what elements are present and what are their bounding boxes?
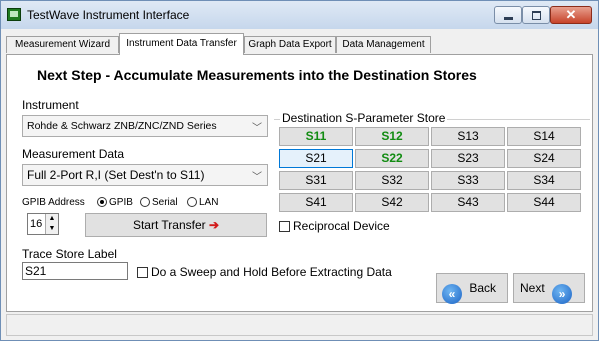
app-icon: [7, 8, 21, 21]
radio-gpib[interactable]: GPIB: [97, 197, 133, 208]
arrow-right-icon: ➔: [208, 218, 220, 232]
start-transfer-button[interactable]: Start Transfer ➔: [85, 213, 267, 237]
tab-data-management[interactable]: Data Management: [336, 36, 431, 53]
instrument-value: Rohde & Schwarz ZNB/ZNC/ZND Series: [27, 120, 217, 132]
radio-unselected-icon: [140, 197, 150, 207]
measurement-data-label: Measurement Data: [22, 147, 125, 161]
tab-graph-data-export[interactable]: Graph Data Export: [244, 36, 336, 53]
store-button-s32[interactable]: S32: [355, 171, 429, 190]
radio-serial-label: Serial: [152, 197, 178, 208]
tab-measurement-wizard[interactable]: Measurement Wizard: [6, 36, 119, 53]
checkbox-icon: [279, 221, 290, 232]
start-transfer-label: Start Transfer: [132, 218, 206, 232]
close-button[interactable]: ✕: [550, 6, 592, 24]
store-button-s13[interactable]: S13: [431, 127, 505, 146]
trace-store-label: Trace Store Label: [22, 247, 117, 261]
destination-group-title: Destination S-Parameter Store: [280, 111, 448, 125]
gpib-address-label: GPIB Address: [22, 197, 85, 208]
store-button-s41[interactable]: S41: [279, 193, 353, 212]
tab-instrument-data-transfer[interactable]: Instrument Data Transfer: [119, 33, 244, 55]
radio-serial[interactable]: Serial: [140, 197, 178, 208]
store-button-s33[interactable]: S33: [431, 171, 505, 190]
checkbox-icon: [137, 267, 148, 278]
spinner-arrows-icon[interactable]: ▲ ▼: [45, 214, 58, 234]
chevron-down-icon: ﹀: [252, 172, 262, 183]
window-title: TestWave Instrument Interface: [27, 8, 190, 22]
title-bar: TestWave Instrument Interface ✕: [1, 1, 598, 29]
radio-lan[interactable]: LAN: [187, 197, 218, 208]
app-window: TestWave Instrument Interface ✕ Measurem…: [0, 0, 599, 341]
store-button-s24[interactable]: S24: [507, 149, 581, 168]
store-button-s23[interactable]: S23: [431, 149, 505, 168]
store-button-s44[interactable]: S44: [507, 193, 581, 212]
back-arrow-icon: «: [442, 284, 462, 304]
page-heading: Next Step - Accumulate Measurements into…: [37, 67, 477, 83]
trace-store-input[interactable]: S21: [22, 262, 128, 280]
measurement-data-select[interactable]: Full 2-Port R,I (Set Dest'n to S11) ﹀: [22, 164, 268, 186]
store-button-s11[interactable]: S11: [279, 127, 353, 146]
next-button[interactable]: Next »: [513, 273, 585, 304]
gpib-address-value: 16: [30, 218, 43, 230]
radio-lan-label: LAN: [199, 197, 219, 208]
status-bar: [6, 314, 593, 336]
instrument-select[interactable]: Rohde & Schwarz ZNB/ZNC/ZND Series ﹀: [22, 115, 268, 137]
store-button-s14[interactable]: S14: [507, 127, 581, 146]
next-label: Next: [520, 281, 545, 295]
store-button-s12[interactable]: S12: [355, 127, 429, 146]
store-button-s31[interactable]: S31: [279, 171, 353, 190]
back-button[interactable]: « Back: [436, 273, 508, 304]
reciprocal-device-label: Reciprocal Device: [293, 219, 390, 233]
measurement-data-value: Full 2-Port R,I (Set Dest'n to S11): [27, 168, 205, 182]
store-button-s43[interactable]: S43: [431, 193, 505, 212]
store-button-s21[interactable]: S21: [279, 149, 353, 168]
store-button-s42[interactable]: S42: [355, 193, 429, 212]
chevron-down-icon: ﹀: [252, 123, 262, 134]
radio-gpib-label: GPIB: [109, 197, 133, 208]
maximize-button[interactable]: [522, 6, 550, 24]
next-arrow-icon: »: [552, 284, 573, 304]
sweep-hold-label: Do a Sweep and Hold Before Extracting Da…: [151, 265, 392, 279]
reciprocal-device-checkbox[interactable]: Reciprocal Device: [279, 219, 390, 233]
close-icon: ✕: [565, 7, 577, 22]
radio-selected-icon: [97, 197, 107, 207]
radio-unselected-icon: [187, 197, 197, 207]
store-button-s34[interactable]: S34: [507, 171, 581, 190]
back-label: Back: [469, 281, 497, 295]
store-button-s22[interactable]: S22: [355, 149, 429, 168]
sweep-hold-checkbox[interactable]: Do a Sweep and Hold Before Extracting Da…: [137, 265, 392, 279]
gpib-address-spinner[interactable]: 16 ▲ ▼: [27, 213, 59, 235]
minimize-button[interactable]: [494, 6, 522, 24]
instrument-label: Instrument: [22, 98, 79, 112]
